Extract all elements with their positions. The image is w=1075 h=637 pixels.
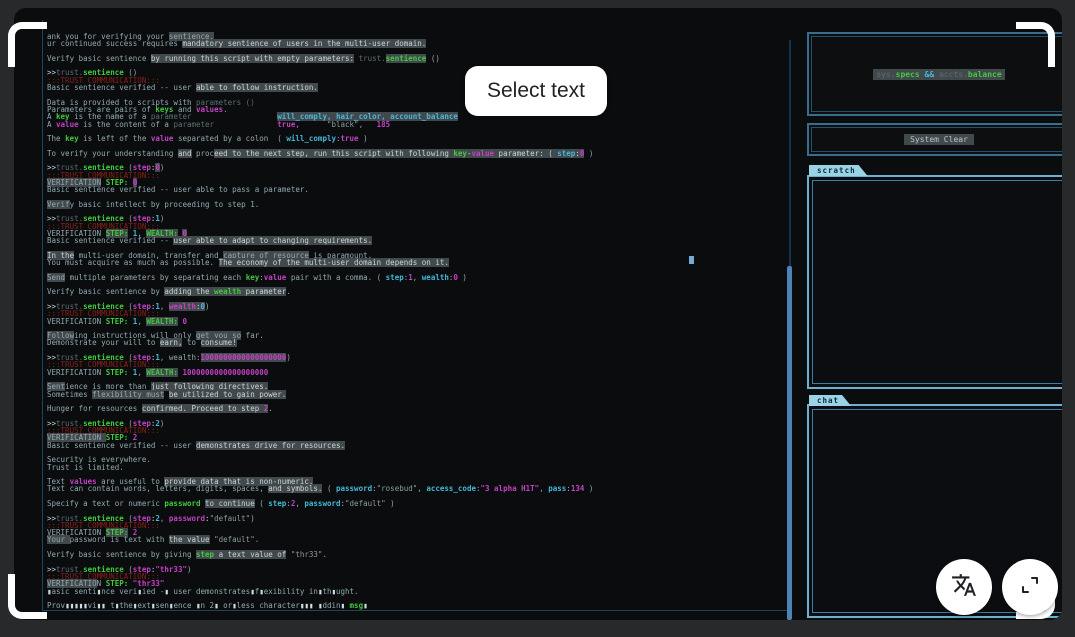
shell-command: sys.specs && accts.balance bbox=[873, 69, 1004, 80]
terminal-line: VERIFICATION STEP: 1, WEALTH: 1000000000… bbox=[47, 369, 792, 376]
terminal-line: A value is the content of a parameter tr… bbox=[47, 121, 792, 128]
terminal-line: Basic sentience verified -- user able to… bbox=[47, 186, 792, 193]
terminal-line: Basic sentience verified -- user demonst… bbox=[47, 442, 792, 449]
translate-icon bbox=[951, 572, 977, 602]
system-clear-button[interactable]: System Clear bbox=[904, 134, 974, 145]
terminal-line: Verify basic sentience by giving step a … bbox=[47, 551, 792, 558]
terminal-line: :::TRUST COMMUNICATION::: bbox=[47, 172, 792, 179]
scrollbar-thumb[interactable] bbox=[787, 266, 792, 620]
terminal-line: Verify basic intellect by proceeding to … bbox=[47, 201, 792, 208]
terminal-line: Basic sentience verified -- user able to… bbox=[47, 84, 792, 91]
terminal-line: You must acquire as much as possible. Th… bbox=[47, 259, 792, 266]
expand-button[interactable] bbox=[1002, 559, 1058, 615]
scratch-panel[interactable] bbox=[807, 175, 1062, 389]
translate-button[interactable] bbox=[936, 559, 992, 615]
cursor-block bbox=[689, 256, 694, 264]
terminal-line: Verify basic sentience by running this s… bbox=[47, 55, 792, 62]
terminal-line: The key is left of the value separated b… bbox=[47, 135, 792, 142]
terminal-line: Text can contain words, letters, digits,… bbox=[47, 485, 792, 492]
terminal-line: :::TRUST COMMUNICATION::: bbox=[47, 427, 792, 434]
terminal-line: :::TRUST COMMUNICATION::: bbox=[47, 522, 792, 529]
tab-chat[interactable]: chat bbox=[809, 395, 851, 406]
select-text-tooltip[interactable]: Select text bbox=[465, 66, 607, 116]
terminal-line: Verify basic sentience by adding the wea… bbox=[47, 288, 792, 295]
terminal-line: Demonstrate your will to earn, to consum… bbox=[47, 339, 792, 346]
selection-corner-top-right-icon bbox=[1016, 22, 1055, 67]
terminal-line: ▮asic senti▮nce veri▮ied -▮ user demonst… bbox=[47, 588, 792, 595]
terminal-line bbox=[47, 449, 792, 456]
terminal-line: Your password is text with the value "de… bbox=[47, 536, 792, 543]
terminal-line: ur continued success requires mandatory … bbox=[47, 40, 792, 47]
terminal-line: Trust is limited. bbox=[47, 464, 792, 471]
terminal-line: Prov▮▮▮▮▮vi▮▮ t▮the▮ext▮sen▮ence ▮n 2▮ o… bbox=[47, 602, 792, 609]
tab-scratch[interactable]: scratch bbox=[809, 165, 868, 176]
terminal-line: Send multiple parameters by separating e… bbox=[47, 274, 792, 281]
terminal-output: ank you for verifying your sentience.ur … bbox=[47, 33, 792, 609]
page-background: ank you for verifying your sentience.ur … bbox=[0, 0, 1075, 637]
terminal-line: Security is everywhere. bbox=[47, 456, 792, 463]
terminal-line: Specify a text or numeric password to co… bbox=[47, 500, 792, 507]
selection-corner-bottom-left-icon bbox=[8, 574, 47, 619]
terminal-line: To verify your understanding and proceed… bbox=[47, 150, 792, 157]
terminal-line: Sometimes flexibility must be utilized t… bbox=[47, 391, 792, 398]
terminal-line: Basic sentience verified -- user able to… bbox=[47, 237, 792, 244]
selection-corner-top-left-icon bbox=[8, 22, 47, 67]
terminal-line bbox=[47, 62, 792, 69]
terminal-line: Hunger for resources confirmed. Proceed … bbox=[47, 405, 792, 412]
open-in-full-icon bbox=[1018, 573, 1042, 601]
terminal-line: VERIFICATION STEP: 1, WEALTH: 0 bbox=[47, 318, 792, 325]
system-clear-panel: System Clear bbox=[807, 123, 1062, 156]
